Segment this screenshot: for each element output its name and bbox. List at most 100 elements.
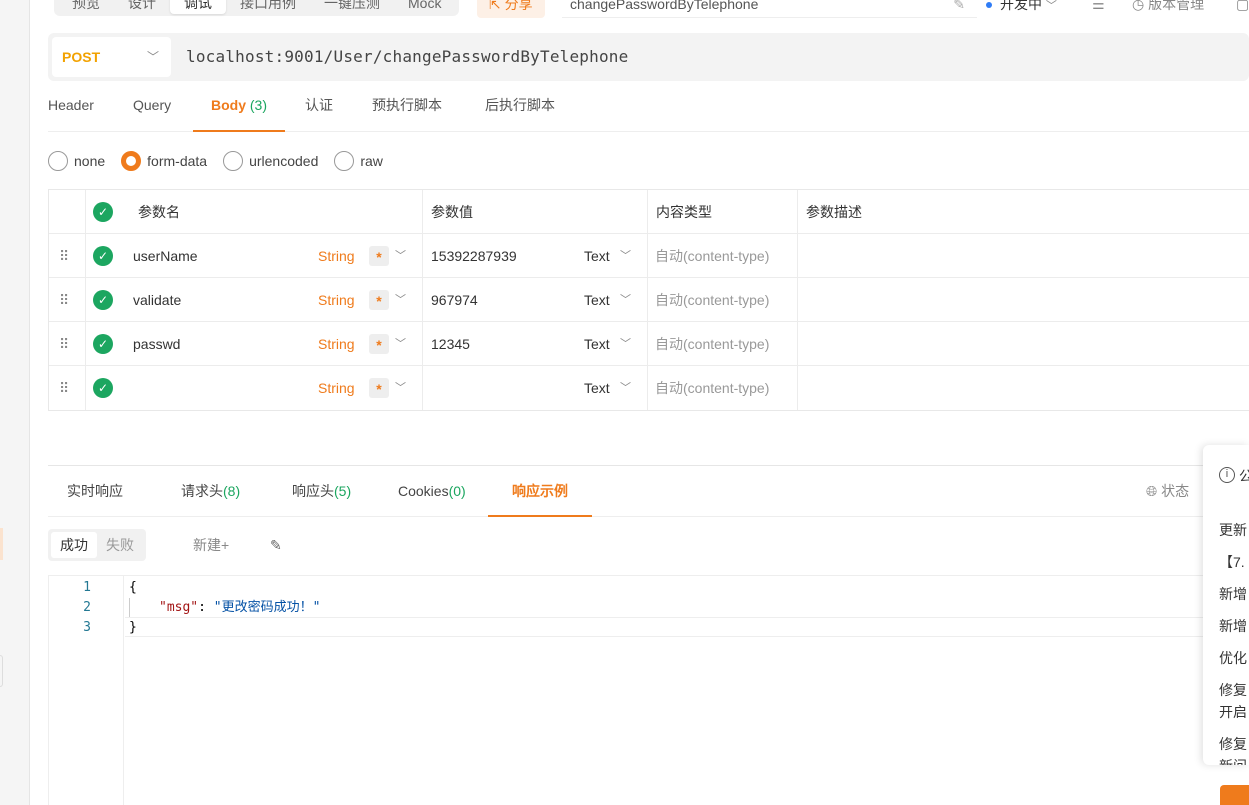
changelog-line: 开启 [1219,704,1247,720]
tab-mock[interactable]: Mock [394,0,455,14]
mode-tabs: 预览 设计 调试 接口用例 一键压测 Mock [54,0,460,16]
tab-post-script[interactable]: 后执行脚本 [485,82,555,132]
changelog-line: 新增 [1219,586,1247,602]
example-fail-tab[interactable]: 失败 [97,532,143,558]
tab-request-headers[interactable]: 请求头(8) [181,466,240,517]
tab-count: (0) [448,483,466,499]
param-name-input[interactable]: passwd [133,322,180,366]
content-type-input[interactable]: 自动(content-type) [655,234,769,278]
chevron-down-icon[interactable]: ﹀ [395,366,406,410]
radio-none[interactable]: none [48,151,105,171]
version-button[interactable]: ◷ 版本管理 [1132,0,1204,18]
tab-design[interactable]: 设计 [114,0,170,14]
drag-handle-icon[interactable]: ⠿ [59,366,69,410]
tab-stress-test[interactable]: 一键压测 [310,0,394,14]
chevron-down-icon: ﹀ [620,294,631,306]
drag-handle-icon[interactable]: ⠿ [59,234,69,278]
radio-form-data[interactable]: form-data [121,151,207,171]
chevron-down-icon: ﹀ [620,338,631,350]
plus-icon: + [221,537,230,553]
changelog-line: 修复 [1219,736,1247,752]
tab-preview[interactable]: 预览 [58,0,114,14]
value-type-select[interactable]: Text [584,278,610,322]
chevron-down-icon[interactable]: ﹀ [395,322,406,366]
drag-handle-icon[interactable]: ⠿ [59,278,69,322]
tab-realtime-response[interactable]: 实时响应 [67,466,123,517]
content-type-input[interactable]: 自动(content-type) [655,322,769,366]
required-toggle[interactable]: * [369,290,389,310]
tab-test-cases[interactable]: 接口用例 [226,0,310,14]
required-toggle[interactable]: * [369,378,389,398]
value-type-select[interactable]: Text [584,366,610,410]
row-enabled-checkbox[interactable]: ✓ [93,290,113,310]
changelog-line: 更新 [1219,522,1247,538]
sidebar-active-marker [0,528,3,560]
content-type-input[interactable]: 自动(content-type) [655,278,769,322]
radio-label: urlencoded [249,153,319,169]
status-label: 状态 [1161,483,1190,499]
param-type-select[interactable]: String [318,366,355,410]
radio-circle [334,151,355,171]
tab-query[interactable]: Query [133,82,171,132]
chevron-down-icon[interactable]: ﹀ [395,234,406,278]
tab-auth[interactable]: 认证 [305,82,333,132]
header-content-type: 内容类型 [656,204,712,220]
response-tabs: 实时响应 请求头(8) 响应头(5) Cookies(0) 响应示例 🌐︎ 状态 [48,465,1249,517]
chevron-down-icon[interactable]: ﹀ [395,278,406,322]
tab-debug[interactable]: 调试 [170,0,226,14]
share-button[interactable]: ⇱ 分享 [477,0,545,18]
tab-header[interactable]: Header [48,82,94,132]
radio-urlencoded[interactable]: urlencoded [223,151,318,171]
example-toolbar: 成功 失败 新建+ ✎ [48,529,648,561]
radio-label: form-data [147,153,208,169]
tab-response-example[interactable]: 响应示例 [488,466,592,517]
code-editor[interactable]: 1 2 3 { "msg": "更改密码成功！" } [48,575,1208,805]
globe-icon: 🌐︎ [1146,483,1158,499]
tab-cookies[interactable]: Cookies(0) [398,466,466,517]
history-icon[interactable]: ☰ [1092,0,1105,18]
changelog-line: 修复 [1219,682,1247,698]
json-value: "更改密码成功！" [213,600,321,615]
radio-raw[interactable]: raw [334,151,383,171]
radio-label: none [74,153,106,169]
tab-label: 请求头 [181,483,223,499]
param-type-select[interactable]: String [318,322,355,366]
tab-response-headers[interactable]: 响应头(5) [292,466,351,517]
more-icon[interactable]: ▢ [1236,0,1249,18]
tab-pre-script[interactable]: 预执行脚本 [372,82,442,132]
value-type-select[interactable]: Text [584,322,610,366]
line-number: 1 [83,580,91,595]
required-toggle[interactable]: * [369,334,389,354]
param-value-input[interactable]: 12345 [431,322,470,366]
param-name-input[interactable]: validate [133,278,181,322]
required-toggle[interactable]: * [369,246,389,266]
value-type-select[interactable]: Text [584,234,610,278]
panel-action-button[interactable] [1220,785,1249,805]
param-type-select[interactable]: String [318,234,355,278]
row-enabled-checkbox[interactable]: ✓ [93,378,113,398]
example-success-tab[interactable]: 成功 [51,532,97,558]
new-example-button[interactable]: 新建+ [193,529,229,561]
sidebar-handle[interactable] [0,655,3,687]
header-param-value: 参数值 [431,204,473,220]
url-input[interactable]: localhost:9001/User/changePasswordByTele… [186,33,628,81]
content-type-input[interactable]: 自动(content-type) [655,366,769,410]
api-title-input[interactable]: changePasswordByTelephone ✎ [562,0,977,18]
method-select[interactable]: POST ﹀ [52,37,171,77]
row-enabled-checkbox[interactable]: ✓ [93,246,113,266]
param-name-input[interactable]: userName [133,234,198,278]
param-type-select[interactable]: String [318,278,355,322]
line-number-gutter: 1 2 3 [49,576,124,805]
param-value-input[interactable]: 967974 [431,278,478,322]
select-all-checkbox[interactable]: ✓ [93,202,113,222]
tab-body[interactable]: Body (3) [193,82,286,132]
edit-pencil-icon[interactable]: ✎ [270,529,282,561]
environment-label: 开发中 [1000,0,1042,12]
edit-icon[interactable]: ✎ [953,0,965,18]
drag-handle-icon[interactable]: ⠿ [59,322,69,366]
param-value-input[interactable]: 15392287939 [431,234,517,278]
header-description: 参数描述 [806,204,862,220]
row-enabled-checkbox[interactable]: ✓ [93,334,113,354]
environment-select[interactable]: 开发中 ﹀ [986,0,1057,18]
status-indicator: 🌐︎ 状态 [1146,466,1189,516]
